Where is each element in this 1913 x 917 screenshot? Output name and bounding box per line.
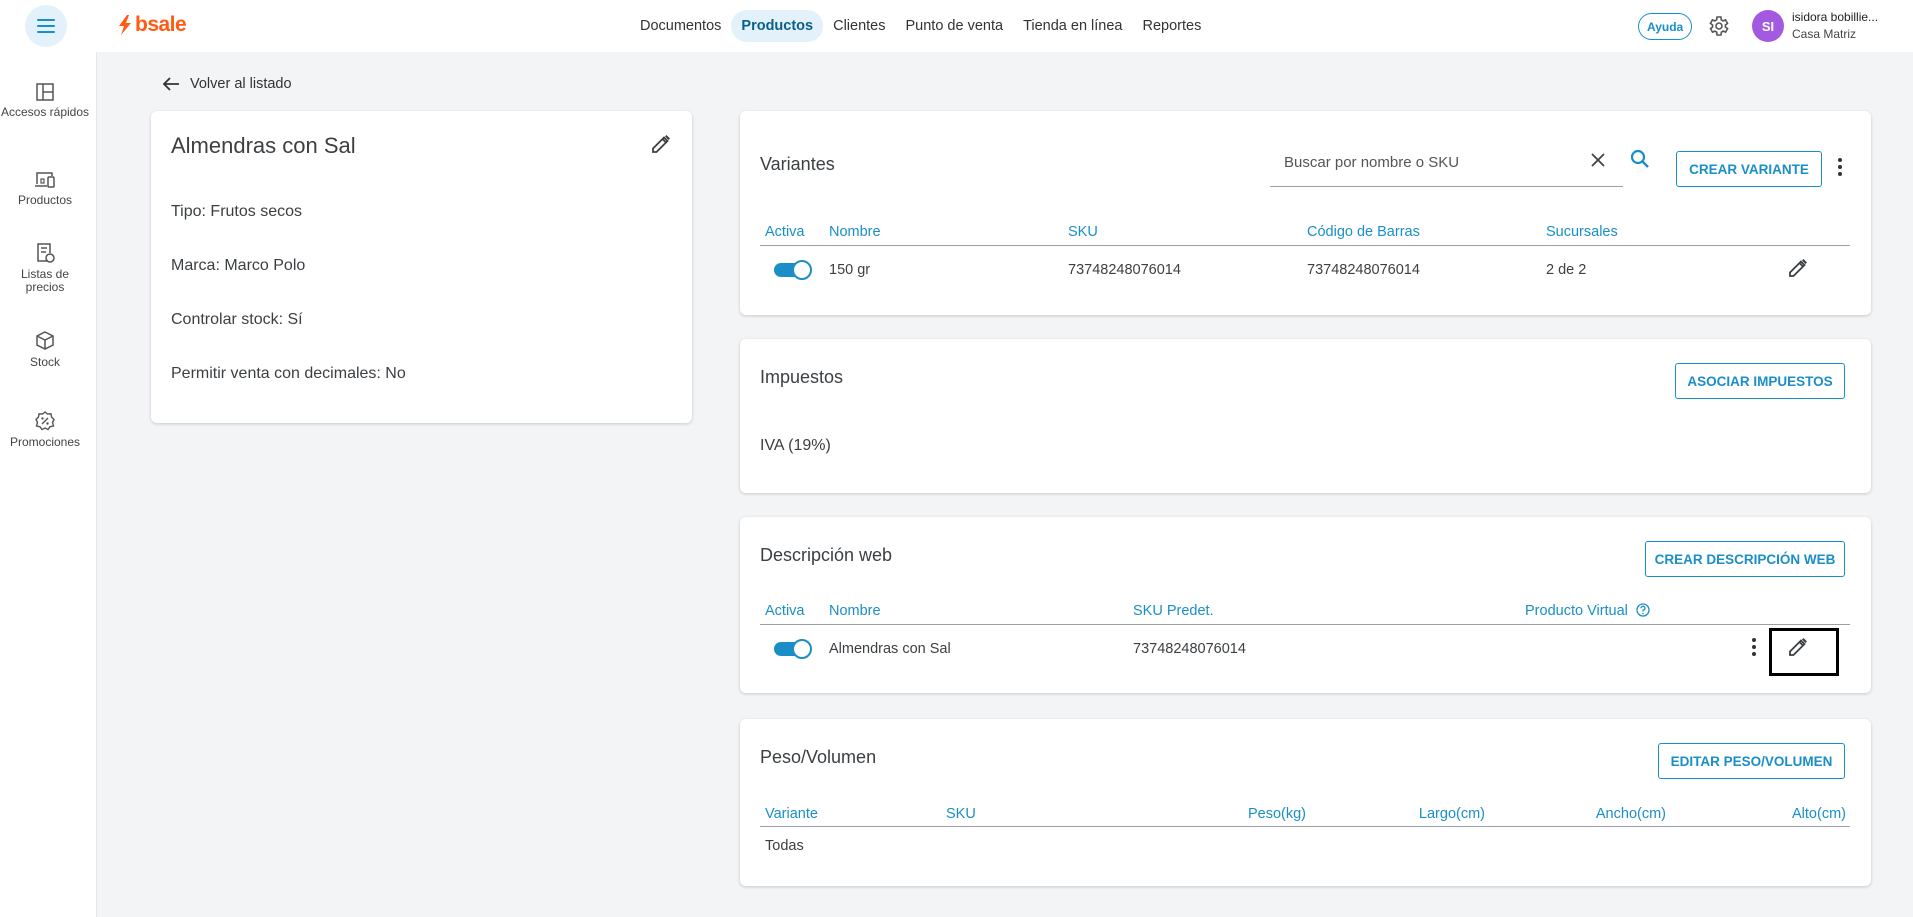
sidebar-item-listas-de-precios[interactable]: Listas de precios bbox=[0, 242, 90, 294]
tax-item: IVA (19%) bbox=[760, 437, 831, 454]
menu-button[interactable] bbox=[25, 5, 67, 47]
variant-sku: 73748248076014 bbox=[1068, 262, 1181, 278]
product-stock-control: Controlar stock: Sí bbox=[171, 311, 303, 328]
create-variant-button[interactable]: CREAR VARIANTE bbox=[1676, 151, 1822, 187]
promo-icon bbox=[35, 411, 55, 431]
variants-title: Variantes bbox=[760, 154, 835, 174]
web-description-name: Almendras con Sal bbox=[829, 641, 951, 657]
nav-tienda-en-linea[interactable]: Tienda en línea bbox=[1013, 10, 1132, 42]
more-vert-icon[interactable] bbox=[1748, 636, 1760, 658]
variant-active-toggle[interactable] bbox=[774, 260, 812, 280]
bsale-logo-icon bbox=[119, 15, 131, 35]
gear-icon[interactable] bbox=[1706, 14, 1730, 38]
logo-text: bsale bbox=[135, 13, 187, 36]
arrow-left-icon bbox=[162, 77, 179, 91]
product-name: Almendras con Sal bbox=[171, 133, 356, 158]
sidebar-item-accesos-rapidos[interactable]: Accesos rápidos bbox=[0, 82, 90, 119]
price-list-icon bbox=[37, 243, 55, 263]
web-description-title: Descripción web bbox=[760, 545, 893, 565]
nav-documentos[interactable]: Documentos bbox=[630, 10, 731, 42]
col-nombre: Nombre bbox=[829, 224, 881, 240]
col-sku: SKU bbox=[946, 806, 976, 822]
taxes-card: Impuestos ASOCIAR IMPUESTOS IVA (19%) bbox=[740, 339, 1871, 493]
table-divider bbox=[760, 826, 1850, 827]
variant-search-input[interactable] bbox=[1284, 150, 1584, 174]
table-divider bbox=[760, 245, 1850, 246]
web-description-card: Descripción web CREAR DESCRIPCIÓN WEB Ac… bbox=[740, 517, 1871, 693]
sidebar-item-stock[interactable]: Stock bbox=[0, 330, 90, 369]
edit-weight-volume-button[interactable]: EDITAR PESO/VOLUMEN bbox=[1658, 743, 1845, 779]
col-ancho: Ancho(cm) bbox=[1595, 806, 1666, 822]
sidebar-item-label: Accesos rápidos bbox=[0, 105, 90, 119]
col-peso: Peso(kg) bbox=[1247, 806, 1306, 822]
search-icon[interactable] bbox=[1630, 149, 1650, 169]
bsale-logo[interactable]: bsale bbox=[118, 13, 187, 37]
col-largo: Largo(cm) bbox=[1418, 806, 1485, 822]
highlight-box bbox=[1769, 628, 1839, 676]
user-name[interactable]: isidora bobillie... bbox=[1792, 10, 1878, 24]
clear-search-icon[interactable] bbox=[1590, 152, 1606, 168]
sidebar-item-productos[interactable]: Productos bbox=[0, 170, 90, 207]
create-web-description-button[interactable]: CREAR DESCRIPCIÓN WEB bbox=[1645, 541, 1845, 577]
help-circle-icon[interactable] bbox=[1636, 603, 1650, 617]
col-activa: Activa bbox=[765, 603, 805, 619]
sidebar-item-label: Productos bbox=[17, 193, 73, 207]
sidebar-item-label: Promociones bbox=[9, 435, 81, 449]
edit-product-pencil-icon[interactable] bbox=[650, 133, 672, 155]
nav-clientes[interactable]: Clientes bbox=[823, 10, 895, 42]
col-variante: Variante bbox=[765, 806, 818, 822]
col-sku-predet: SKU Predet. bbox=[1133, 603, 1214, 619]
product-brand: Marca: Marco Polo bbox=[171, 257, 306, 274]
more-vert-icon[interactable] bbox=[1834, 155, 1846, 179]
nav-productos[interactable]: Productos bbox=[731, 10, 824, 42]
web-description-sku: 73748248076014 bbox=[1133, 641, 1246, 657]
col-sku: SKU bbox=[1068, 224, 1098, 240]
nav-punto-de-venta[interactable]: Punto de venta bbox=[896, 10, 1014, 42]
web-description-active-toggle[interactable] bbox=[774, 639, 812, 659]
weight-volume-title: Peso/Volumen bbox=[760, 747, 877, 767]
product-info-card: Almendras con Sal Tipo: Frutos secos Mar… bbox=[151, 111, 692, 423]
sidebar-item-label: Listas de precios bbox=[20, 267, 70, 294]
taxes-title: Impuestos bbox=[760, 367, 844, 387]
branch-name: Casa Matriz bbox=[1792, 27, 1857, 41]
back-to-list-link[interactable]: Volver al listado bbox=[162, 76, 292, 92]
variant-barcode: 73748248076014 bbox=[1307, 262, 1420, 278]
edit-variant-pencil-icon[interactable] bbox=[1787, 257, 1809, 279]
product-type: Tipo: Frutos secos bbox=[171, 203, 303, 220]
nav-reportes[interactable]: Reportes bbox=[1133, 10, 1212, 42]
col-nombre: Nombre bbox=[829, 603, 881, 619]
associate-taxes-button[interactable]: ASOCIAR IMPUESTOS bbox=[1675, 363, 1845, 399]
top-bar: bsale Documentos Productos Clientes Punt… bbox=[0, 0, 1913, 52]
sidebar: Accesos rápidos Productos Listas de prec… bbox=[0, 52, 97, 917]
weight-volume-variant: Todas bbox=[765, 838, 804, 854]
col-activa: Activa bbox=[765, 224, 805, 240]
variant-search-field[interactable] bbox=[1270, 140, 1623, 187]
col-codigo-barras: Código de Barras bbox=[1307, 224, 1420, 240]
dashboard-icon bbox=[36, 83, 54, 101]
main-nav: Documentos Productos Clientes Punto de v… bbox=[630, 10, 1211, 42]
help-button[interactable]: Ayuda bbox=[1638, 13, 1693, 40]
variant-branches: 2 de 2 bbox=[1546, 262, 1587, 278]
products-icon bbox=[35, 172, 55, 188]
sidebar-item-label: Stock bbox=[29, 355, 60, 369]
col-sucursales: Sucursales bbox=[1546, 224, 1618, 240]
col-producto-virtual: Producto Virtual bbox=[1525, 603, 1628, 619]
back-label: Volver al listado bbox=[190, 76, 292, 92]
avatar[interactable]: SI bbox=[1752, 10, 1784, 42]
box-icon bbox=[36, 331, 54, 350]
col-alto: Alto(cm) bbox=[1792, 806, 1846, 822]
product-decimal-sale: Permitir venta con decimales: No bbox=[171, 365, 406, 382]
weight-volume-card: Peso/Volumen EDITAR PESO/VOLUMEN Variant… bbox=[740, 719, 1871, 886]
table-divider bbox=[760, 624, 1850, 625]
variant-name: 150 gr bbox=[829, 262, 871, 278]
hamburger-icon bbox=[37, 19, 55, 33]
sidebar-item-promociones[interactable]: Promociones bbox=[0, 410, 90, 449]
